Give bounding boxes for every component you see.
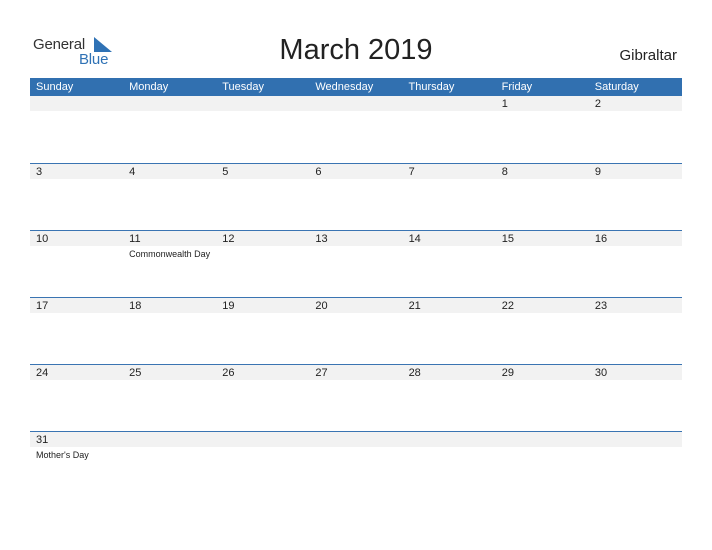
day-number: 14 (408, 233, 421, 245)
day-number: 5 (222, 166, 229, 178)
weekday-tuesday: Tuesday (222, 81, 265, 93)
day-cell: 24 (30, 365, 123, 431)
week-row: 31 Mother's Day (30, 431, 682, 471)
day-cell (496, 432, 589, 471)
holiday-label: Commonwealth Day (129, 249, 211, 259)
day-number: 21 (408, 300, 421, 312)
day-number: 10 (36, 233, 49, 245)
day-cell: 31 Mother's Day (30, 432, 123, 471)
day-number: 27 (315, 367, 328, 379)
day-cell: 6 (309, 164, 402, 230)
day-cell: 11 Commonwealth Day (123, 231, 216, 297)
day-number: 22 (501, 300, 514, 312)
day-cell: 20 (309, 298, 402, 364)
day-number: 26 (222, 367, 235, 379)
day-number: 1 (501, 98, 508, 110)
week-row: 12 (30, 96, 682, 163)
day-cell (403, 96, 496, 163)
day-cell: 22 (496, 298, 589, 364)
weekday-monday: Monday (129, 81, 169, 93)
day-number: 24 (36, 367, 49, 379)
day-cell (123, 96, 216, 163)
day-cell (216, 432, 309, 471)
day-cell: 17 (30, 298, 123, 364)
day-number: 16 (594, 233, 608, 245)
day-cell: 3 (30, 164, 123, 230)
day-cell: 13 (309, 231, 402, 297)
calendar-grid: Sunday Monday Tuesday Wednesday Thursday… (30, 78, 682, 471)
day-number: 11 (129, 233, 141, 245)
week-row: 10 11 Commonwealth Day 12 13 14 15 16 (30, 230, 682, 297)
day-cell: 26 (216, 365, 309, 431)
weekday-sunday: Sunday (36, 81, 74, 93)
day-number: 28 (408, 367, 421, 379)
day-cell: 25 (123, 365, 216, 431)
day-number: 31 (36, 434, 49, 446)
day-number: 25 (129, 367, 142, 379)
day-number: 19 (222, 300, 235, 312)
day-cell (30, 96, 123, 163)
day-number: 13 (315, 233, 328, 245)
day-number: 8 (501, 166, 508, 178)
day-number: 20 (315, 300, 328, 312)
weekday-saturday: Saturday (594, 81, 639, 93)
day-cell (309, 96, 402, 163)
weeks-container: 1 2 3 4 5 6 7 8 9 10 11 Commonwealth Day 12 13 14 15 16 1… (30, 96, 682, 471)
day-cell: 1 (496, 96, 589, 163)
day-cell: 28 (403, 365, 496, 431)
day-cell: 9 (589, 164, 682, 230)
weekday-thursday: Thursday (408, 81, 455, 93)
day-cell (216, 96, 309, 163)
day-cell: 15 (496, 231, 589, 297)
day-cell: 30 (589, 365, 682, 431)
day-number: 17 (36, 300, 49, 312)
day-cell: 18 (123, 298, 216, 364)
day-cell: 5 (216, 164, 309, 230)
holiday-label: Mother's Day (36, 450, 89, 460)
week-row: 24 25 26 27 28 29 30 (30, 364, 682, 431)
day-number: 18 (129, 300, 142, 312)
day-number: 4 (129, 166, 136, 178)
day-cell: 14 (403, 231, 496, 297)
day-cell: 21 (403, 298, 496, 364)
day-number: 29 (501, 367, 514, 379)
day-number: 15 (501, 233, 514, 245)
page-title: March 2019 (279, 34, 433, 66)
day-cell: 29 (496, 365, 589, 431)
day-cell: 12 (216, 231, 309, 297)
weekday-wednesday: Wednesday (315, 81, 374, 93)
day-number: 23 (594, 300, 608, 312)
day-number: 7 (408, 166, 415, 178)
day-cell: 27 (309, 365, 402, 431)
day-cell (403, 432, 496, 471)
day-number: 2 (594, 98, 601, 110)
weekday-header: Sunday Monday Tuesday Wednesday Thursday… (30, 78, 682, 96)
region-label: Gibraltar (619, 47, 677, 64)
day-cell (123, 432, 216, 471)
day-number: 9 (594, 166, 601, 178)
weekday-friday: Friday (501, 81, 533, 93)
day-cell: 16 (589, 231, 682, 297)
day-cell (309, 432, 402, 471)
day-number: 3 (36, 166, 43, 178)
day-cell: 2 (589, 96, 682, 163)
day-cell: 19 (216, 298, 309, 364)
week-row: 3 4 5 6 7 8 9 (30, 163, 682, 230)
day-number: 30 (594, 367, 608, 379)
day-number: 12 (222, 233, 235, 245)
day-cell: 4 (123, 164, 216, 230)
day-cell: 23 (589, 298, 682, 364)
day-cell: 10 (30, 231, 123, 297)
week-row: 17 18 19 20 21 22 23 (30, 297, 682, 364)
day-cell: 8 (496, 164, 589, 230)
day-cell: 7 (403, 164, 496, 230)
day-number: 6 (315, 166, 322, 178)
day-cell (589, 432, 682, 471)
